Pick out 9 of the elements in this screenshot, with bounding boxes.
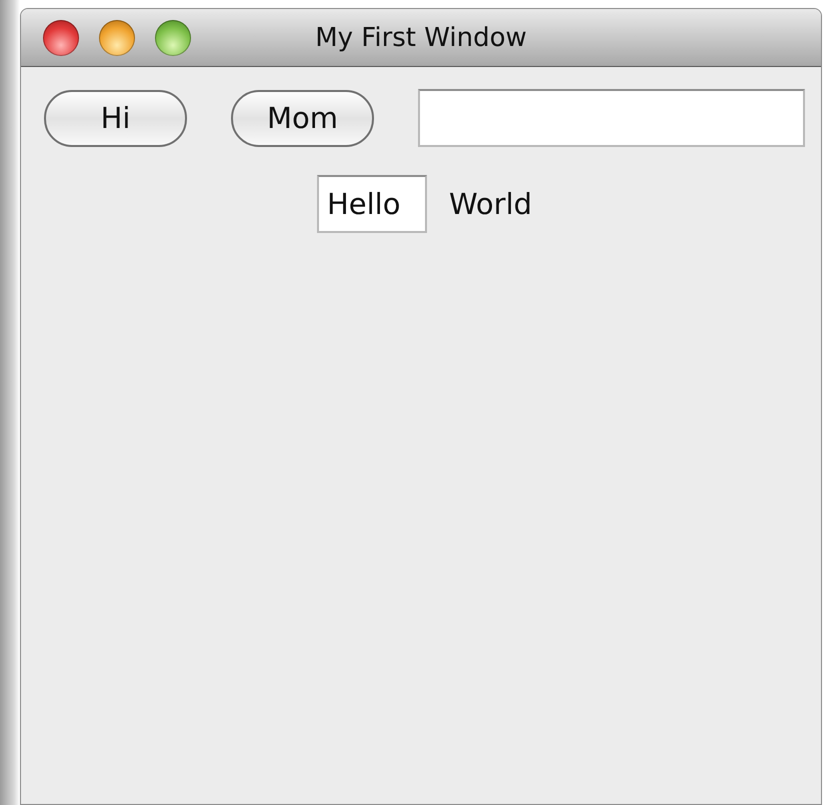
- minimize-icon[interactable]: [99, 20, 135, 56]
- close-icon[interactable]: [43, 20, 79, 56]
- text-field[interactable]: Hello: [316, 175, 427, 233]
- text-label: World: [448, 187, 532, 221]
- text-field[interactable]: [418, 89, 805, 147]
- zoom-icon[interactable]: [155, 20, 191, 56]
- push-button[interactable]: Mom: [231, 90, 374, 146]
- window-title: My First Window: [315, 22, 527, 52]
- push-button[interactable]: Hi: [44, 90, 187, 146]
